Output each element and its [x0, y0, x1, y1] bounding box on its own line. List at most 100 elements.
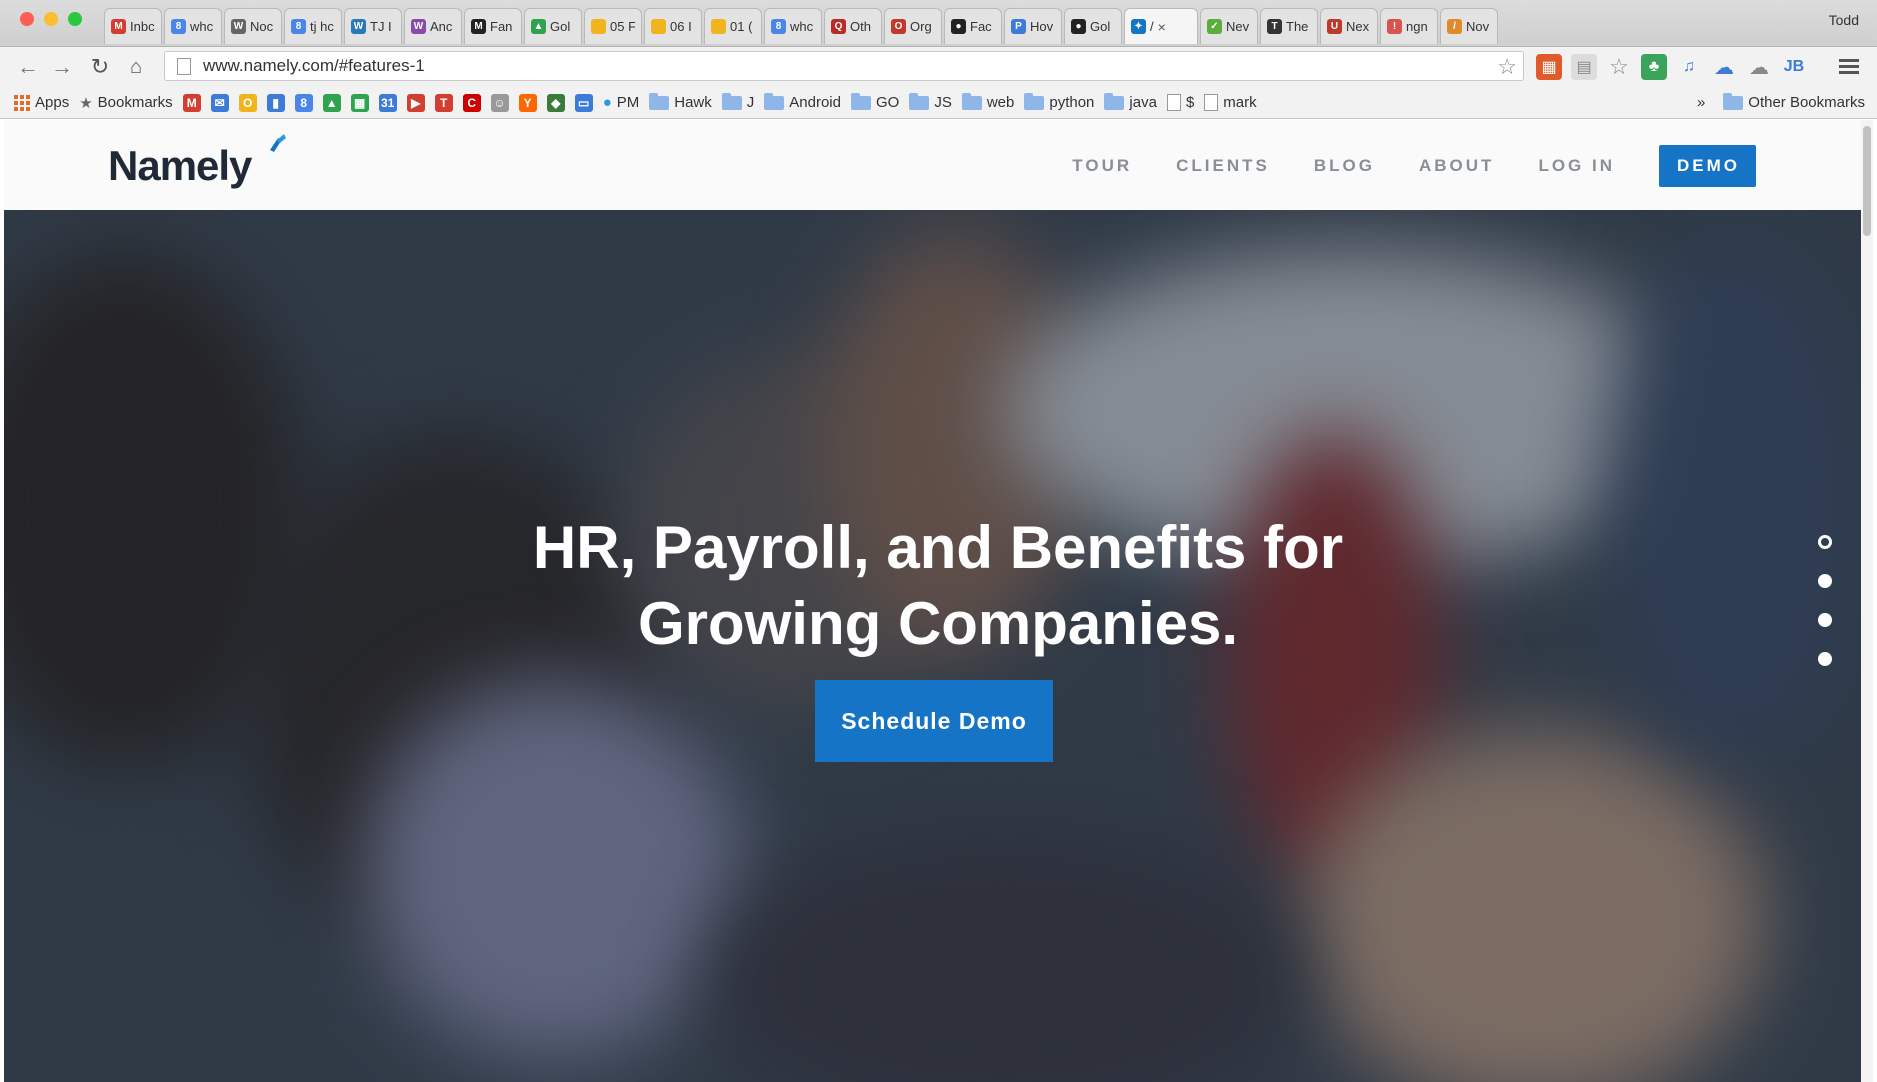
maximize-window-button[interactable] [68, 12, 82, 26]
bookmark-folder-item[interactable]: Android [764, 92, 841, 111]
apps-bookmark[interactable]: Apps [14, 94, 69, 111]
nav-link-clients[interactable]: CLIENTS [1176, 156, 1270, 176]
site-icon: / [1447, 19, 1462, 34]
browser-tab[interactable]: U Nex [1320, 8, 1378, 44]
star-extension-icon[interactable]: ☆ [1606, 54, 1632, 80]
nav-link-tour[interactable]: TOUR [1072, 156, 1132, 176]
browser-tab[interactable]: 06 I [644, 8, 702, 44]
folder-bookmark-icon[interactable]: O [238, 93, 257, 112]
chat-bookmark-icon[interactable]: ▮ [266, 93, 285, 112]
browser-tab[interactable]: 8 tj hc [284, 8, 342, 44]
browser-tab[interactable]: Q Oth [824, 8, 882, 44]
bookmark-folder-item[interactable]: java [1104, 92, 1157, 111]
browser-menu-icon[interactable] [1839, 56, 1859, 77]
address-bar[interactable]: www.namely.com/#features-1 ☆ [164, 51, 1524, 81]
bookmarks-overflow-button[interactable]: » [1697, 94, 1705, 111]
tab-title: / [1150, 19, 1154, 34]
browser-tab[interactable]: P Hov [1004, 8, 1062, 44]
t-bookmark-icon[interactable]: T [434, 93, 453, 112]
browser-tab[interactable]: T The [1260, 8, 1318, 44]
tab-close-icon[interactable]: × [1158, 19, 1166, 35]
bookmark-label: JS [934, 94, 952, 111]
tab-title: Fac [970, 19, 992, 34]
nav-link-blog[interactable]: BLOG [1314, 156, 1375, 176]
hackernews-bookmark-icon[interactable]: Y [518, 93, 537, 112]
browser-tab[interactable]: ● Fac [944, 8, 1002, 44]
slide-dot-4[interactable] [1818, 652, 1832, 666]
evernote-extension-icon[interactable]: ♣ [1641, 54, 1667, 80]
bookmark-folder-item[interactable]: $ [1166, 94, 1194, 111]
schedule-demo-button[interactable]: Schedule Demo [815, 680, 1053, 762]
reload-icon[interactable]: ↻ [86, 53, 114, 81]
home-icon[interactable]: ⌂ [122, 53, 150, 81]
nav-link-log-in[interactable]: LOG IN [1538, 156, 1615, 176]
cnn-bookmark-icon[interactable]: C [462, 93, 481, 112]
close-window-button[interactable] [20, 12, 34, 26]
browser-tab[interactable]: 05 F [584, 8, 642, 44]
browser-tab[interactable]: ▲ Gol [524, 8, 582, 44]
slide-dot-1[interactable] [1818, 535, 1832, 549]
bookmarks-folder[interactable]: ★ Bookmarks [79, 94, 172, 112]
page-scrollbar[interactable] [1861, 120, 1873, 1082]
browser-tab[interactable]: ! ngn [1380, 8, 1438, 44]
doc-extension-icon[interactable]: ▤ [1571, 54, 1597, 80]
folder-icon [649, 92, 670, 110]
browser-tab[interactable]: 01 ( [704, 8, 762, 44]
feedly-bookmark-icon[interactable]: ✉ [210, 93, 229, 112]
namely-icon: ✦ [1131, 19, 1146, 34]
android-bookmark-icon[interactable]: ◆ [546, 93, 565, 112]
youtube-bookmark-icon[interactable]: ▶ [406, 93, 425, 112]
google-bookmark-icon[interactable]: 8 [294, 93, 313, 112]
site-icon: M [471, 19, 486, 34]
scrollbar-thumb[interactable] [1863, 126, 1871, 236]
cloud-outline-extension-icon[interactable]: ☁ [1746, 54, 1772, 80]
sheets-bookmark-icon[interactable]: ▦ [350, 93, 369, 112]
google-icon: 8 [771, 19, 786, 34]
drive-bookmark-icon[interactable]: ▲ [322, 93, 341, 112]
bookmark-folder-item[interactable]: JS [909, 92, 952, 111]
bookmark-folder-item[interactable]: GO [850, 92, 899, 111]
reddit-bookmark-icon[interactable]: ☺ [490, 93, 509, 112]
browser-tab[interactable]: M Inbc [104, 8, 162, 44]
browser-tab[interactable]: O Org [884, 8, 942, 44]
minimize-window-button[interactable] [44, 12, 58, 26]
browser-tab[interactable]: W Noc [224, 8, 282, 44]
browser-tab[interactable]: ● Gol [1064, 8, 1122, 44]
photo-bookmark-icon[interactable]: ▭ [574, 93, 593, 112]
bookmark-folder-item[interactable]: python [1024, 92, 1094, 111]
back-icon[interactable]: ← [14, 53, 42, 81]
demo-button[interactable]: DEMO [1659, 145, 1756, 187]
other-bookmarks-folder[interactable]: Other Bookmarks [1723, 92, 1865, 111]
browser-tab[interactable]: W TJ I [344, 8, 402, 44]
bookmark-folder-item[interactable]: ● PM [603, 94, 640, 111]
bookmark-folder-item[interactable]: J [721, 92, 754, 111]
browser-tab[interactable]: ✓ Nev [1200, 8, 1258, 44]
tab-title: Gol [550, 19, 571, 34]
browser-tab[interactable]: ✦ / × [1124, 8, 1198, 44]
bookmark-folder-item[interactable]: Hawk [649, 92, 712, 111]
people-extension-icon[interactable]: ♫ [1676, 54, 1702, 80]
bookmark-folder-item[interactable]: web [961, 92, 1014, 111]
browser-tab[interactable]: M Fan [464, 8, 522, 44]
browser-tab[interactable]: 8 whc [164, 8, 222, 44]
forward-icon[interactable]: → [48, 53, 76, 81]
puzzle-extension-icon[interactable]: ▦ [1536, 54, 1562, 80]
nav-link-about[interactable]: ABOUT [1419, 156, 1494, 176]
gmail-bookmark-icon[interactable]: M [182, 93, 201, 112]
slide-dot-3[interactable] [1818, 613, 1832, 627]
jetbrains-extension-icon[interactable]: JB [1781, 54, 1807, 80]
browser-tab[interactable]: / Nov [1440, 8, 1498, 44]
folder-icon [1024, 92, 1045, 110]
calendar-bookmark-icon[interactable]: 31 [378, 93, 397, 112]
slide-dot-2[interactable] [1818, 574, 1832, 588]
profile-name[interactable]: Todd [1829, 12, 1859, 28]
namely-logo[interactable]: Namely [108, 142, 252, 190]
tab-title: Fan [490, 19, 513, 34]
page-icon [177, 57, 191, 75]
bookmark-folder-item[interactable]: mark [1204, 94, 1257, 111]
bookmark-star-icon[interactable]: ☆ [1497, 54, 1517, 80]
cloud-extension-icon[interactable]: ☁ [1711, 54, 1737, 80]
folder-icon [721, 92, 742, 110]
browser-tab[interactable]: W Anc [404, 8, 462, 44]
browser-tab[interactable]: 8 whc [764, 8, 822, 44]
